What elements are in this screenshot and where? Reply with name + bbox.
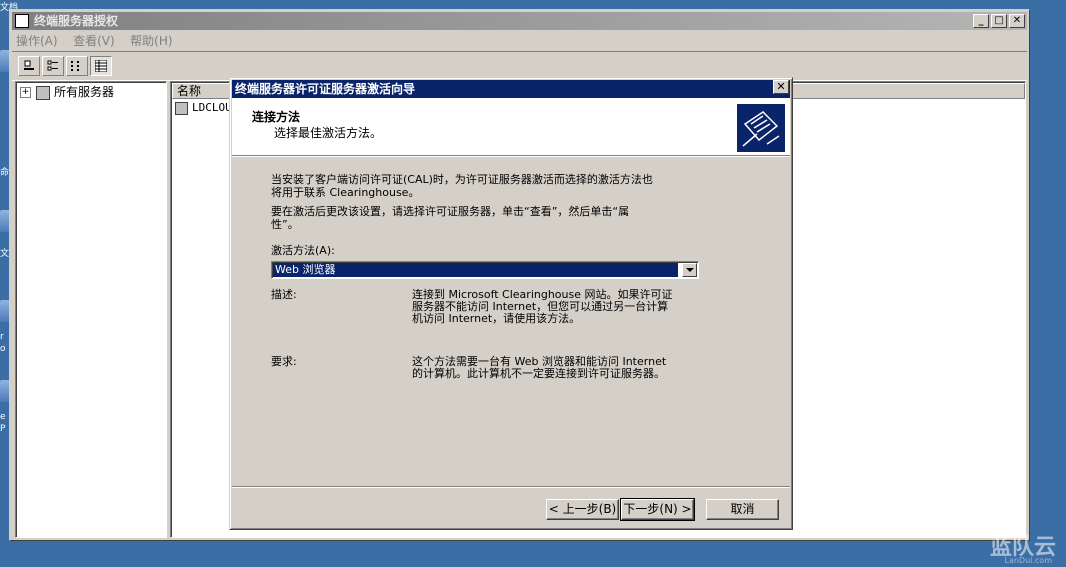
- app-icon: [15, 14, 29, 28]
- activation-method-value[interactable]: Web 浏览器: [273, 263, 678, 277]
- window-title-bar[interactable]: 终端服务器授权 _ □ ✕: [12, 12, 1027, 30]
- chevron-down-icon[interactable]: [682, 263, 697, 277]
- intro-text-line: 将用于联系 Clearinghouse。: [271, 186, 420, 199]
- intro-text-line: 要在激活后更改该设置，请选择许可证服务器，单击“查看”，然后单击“属: [271, 205, 630, 218]
- tree-item-label: 所有服务器: [54, 85, 115, 99]
- menu-action[interactable]: 操作(A): [16, 32, 58, 50]
- intro-text-line: 性”。: [271, 218, 299, 231]
- wizard-step-subtitle: 选择最佳激活方法。: [274, 126, 383, 140]
- desktop-label: r: [0, 332, 4, 342]
- desktop-label: 文: [0, 249, 10, 259]
- description-label: 描述:: [271, 288, 297, 301]
- server-group-icon: [36, 85, 50, 100]
- list-item[interactable]: LDCLOU: [175, 101, 232, 115]
- large-icons-button[interactable]: [18, 56, 40, 76]
- description-text-line: 机访问 Internet，请使用该方法。: [412, 312, 581, 325]
- small-icons-button[interactable]: [42, 56, 64, 76]
- tree-pane: + 所有服务器: [15, 81, 167, 538]
- menu-view[interactable]: 查看(V): [73, 32, 115, 50]
- dialog-close-button[interactable]: ✕: [773, 80, 789, 94]
- small-icons-icon: [47, 60, 58, 71]
- maximize-button[interactable]: □: [991, 14, 1007, 28]
- dialog-title-bar[interactable]: 终端服务器许可证服务器激活向导: [232, 80, 790, 98]
- cancel-button[interactable]: 取消: [706, 499, 779, 520]
- expand-icon[interactable]: +: [20, 87, 31, 98]
- activation-method-label: 激活方法(A):: [271, 244, 335, 257]
- watermark-domain: LanDui.com: [1004, 556, 1052, 565]
- server-name: LDCLOU: [192, 101, 232, 114]
- list-icon: [71, 61, 79, 71]
- activation-method-select[interactable]: Web 浏览器: [271, 261, 699, 279]
- menu-bar: 操作(A) 查看(V) 帮助(H): [16, 32, 185, 50]
- desktop-label: P: [0, 424, 6, 434]
- dialog-title: 终端服务器许可证服务器激活向导: [235, 82, 416, 96]
- desktop-label: e: [0, 412, 6, 422]
- requirements-label: 要求:: [271, 355, 297, 368]
- close-button[interactable]: ✕: [1009, 14, 1025, 28]
- next-button[interactable]: 下一步(N) >: [620, 498, 695, 521]
- desktop-label: o: [0, 344, 6, 354]
- intro-text-line: 当安装了客户端访问许可证(CAL)时，为许可证服务器激活而选择的激活方法也: [271, 173, 653, 186]
- details-button[interactable]: [90, 56, 112, 76]
- window-title: 终端服务器授权: [34, 14, 119, 28]
- wizard-step-title: 连接方法: [252, 110, 301, 124]
- requirements-text-line: 的计算机。此计算机不一定要连接到许可证服务器。: [412, 367, 665, 380]
- large-icons-icon: [24, 60, 34, 70]
- activation-wizard-dialog: 终端服务器许可证服务器激活向导 ✕ 连接方法 选择最佳激活方法。 当安装了客户端…: [229, 77, 793, 530]
- back-button[interactable]: < 上一步(B): [546, 499, 619, 520]
- minimize-button[interactable]: _: [973, 14, 989, 28]
- footer-divider: [232, 486, 790, 488]
- server-icon: [175, 101, 188, 115]
- desktop-label: 命: [0, 168, 10, 178]
- menu-help[interactable]: 帮助(H): [130, 32, 172, 50]
- wizard-banner-icon: [737, 104, 785, 152]
- header-divider: [232, 156, 790, 157]
- tree-item-all-servers[interactable]: + 所有服务器: [20, 84, 114, 100]
- list-button[interactable]: [66, 56, 88, 76]
- wizard-header: 连接方法 选择最佳激活方法。: [232, 98, 790, 156]
- details-icon: [95, 60, 107, 72]
